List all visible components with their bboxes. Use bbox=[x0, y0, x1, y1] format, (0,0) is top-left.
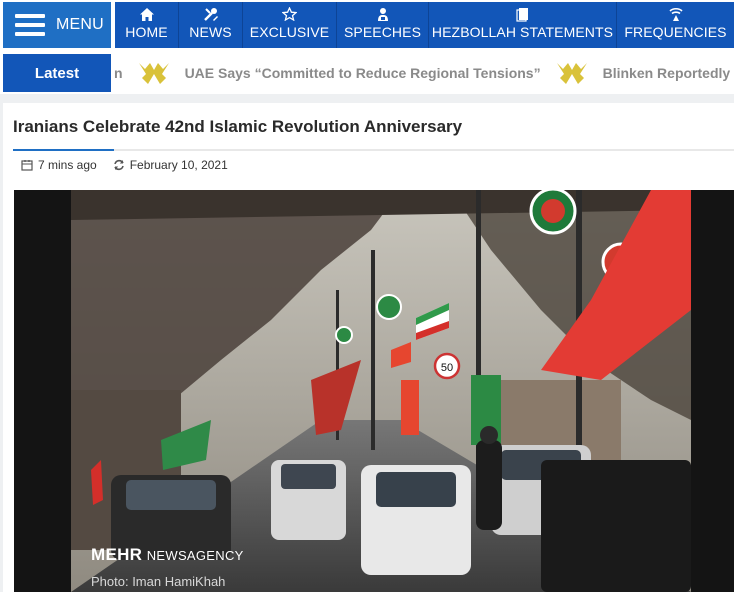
title-divider bbox=[13, 149, 734, 151]
menu-label: MENU bbox=[56, 16, 104, 33]
nav-frequencies-label: FREQUENCIES bbox=[624, 24, 727, 40]
nav-home-label: HOME bbox=[125, 24, 168, 40]
meta-date: February 10, 2021 bbox=[113, 158, 228, 172]
article-title[interactable]: Iranians Celebrate 42nd Islamic Revoluti… bbox=[13, 117, 462, 137]
nav-frequencies[interactable]: FREQUENCIES bbox=[617, 2, 734, 48]
nav-speeches-label: SPEECHES bbox=[343, 24, 422, 40]
hezbollah-logo-icon bbox=[555, 60, 589, 86]
ticker-item[interactable]: n bbox=[114, 65, 123, 81]
nav-exclusive[interactable]: EXCLUSIVE bbox=[243, 2, 337, 48]
latest-label: Latest bbox=[3, 54, 111, 92]
hezbollah-logo-icon bbox=[137, 60, 171, 86]
image-credit: Photo: Iman HamiKhah bbox=[91, 574, 226, 589]
article-meta: 7 mins ago February 10, 2021 bbox=[21, 158, 244, 172]
speaker-icon bbox=[375, 6, 391, 22]
menu-button[interactable]: MENU bbox=[3, 2, 111, 48]
time-ago: 7 mins ago bbox=[38, 158, 97, 172]
calendar-icon bbox=[21, 160, 33, 171]
nav-home[interactable]: HOME bbox=[115, 2, 179, 48]
meta-time: 7 mins ago bbox=[21, 158, 97, 172]
hamburger-icon bbox=[15, 14, 45, 36]
home-icon bbox=[139, 6, 155, 22]
nav-statements-label: HEZBOLLAH STATEMENTS bbox=[431, 24, 614, 40]
image-brand-watermark: MEHR NEWSAGENCY bbox=[91, 545, 244, 565]
nav-speeches[interactable]: SPEECHES bbox=[337, 2, 429, 48]
nav-news[interactable]: NEWS bbox=[179, 2, 243, 48]
tools-icon bbox=[203, 6, 219, 22]
top-navigation-bar: MENU HOME NEWS EXCLUSIVE SPEECHES HEZBOL… bbox=[0, 0, 734, 50]
ticker-item[interactable]: Blinken Reportedly bbox=[603, 65, 731, 81]
article-card: Iranians Celebrate 42nd Islamic Revoluti… bbox=[3, 103, 734, 592]
street-parade-image: 50 bbox=[71, 190, 691, 592]
latest-news-ticker: Latest n UAE Says “Committed to Reduce R… bbox=[0, 50, 734, 94]
ticker-item[interactable]: UAE Says “Committed to Reduce Regional T… bbox=[185, 65, 541, 81]
document-icon bbox=[516, 6, 529, 22]
svg-text:50: 50 bbox=[441, 362, 453, 374]
nav-exclusive-label: EXCLUSIVE bbox=[249, 24, 330, 40]
satellite-icon bbox=[668, 6, 684, 22]
ticker-track: n UAE Says “Committed to Reduce Regional… bbox=[114, 54, 734, 92]
main-nav: HOME NEWS EXCLUSIVE SPEECHES HEZBOLLAH S… bbox=[115, 2, 734, 48]
brand-name: MEHR bbox=[91, 545, 143, 564]
nav-hezbollah-statements[interactable]: HEZBOLLAH STATEMENTS bbox=[429, 2, 617, 48]
refresh-icon bbox=[113, 159, 124, 171]
article-photo[interactable]: 50 bbox=[71, 190, 691, 592]
star-icon bbox=[282, 6, 297, 22]
publish-date: February 10, 2021 bbox=[129, 158, 228, 172]
article-image-frame: 50 MEHR NEWSAGENCY Photo: Iman HamiKhah bbox=[14, 190, 734, 592]
brand-suffix: NEWSAGENCY bbox=[146, 548, 244, 563]
nav-news-label: NEWS bbox=[189, 24, 232, 40]
